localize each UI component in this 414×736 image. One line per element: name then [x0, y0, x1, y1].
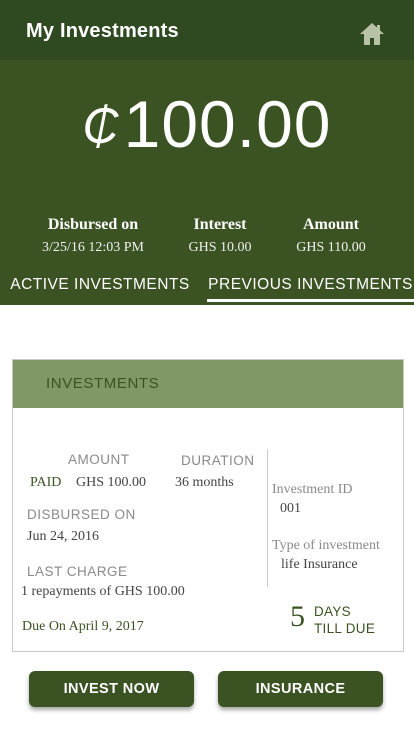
investment-type-value: life Insurance [281, 557, 358, 572]
invest-now-button[interactable]: INVEST NOW [29, 671, 194, 707]
duration-field-label: DURATION [181, 453, 255, 468]
home-icon [360, 23, 384, 45]
due-date: Due On April 9, 2017 [22, 619, 144, 634]
investment-type-label: Type of investment [272, 538, 380, 553]
amount-field-value: GHS 100.00 [76, 475, 147, 490]
disbursed-label: Disbursed on [47, 216, 139, 233]
stat-disbursed: Disbursed on 3/25/16 12:03 PM [18, 216, 168, 256]
duration-field-value: 36 months [175, 475, 234, 490]
app-title: My Investments [26, 20, 179, 42]
disbursed-value: 3/25/16 12:03 PM [42, 240, 144, 255]
days-label: DAYS [314, 604, 351, 619]
disbursed-field-label: DISBURSED ON [27, 507, 136, 522]
days-till-due-count: 5 [290, 600, 305, 633]
investment-card[interactable]: INVESTMENTS AMOUNT DURATION PAID GHS 100… [12, 359, 404, 652]
card-header: INVESTMENTS [13, 360, 403, 408]
amount-field-label: AMOUNT [68, 452, 130, 467]
tab-selected-indicator [207, 299, 414, 302]
card-divider [267, 449, 268, 587]
total-amount: ₵100.00 [0, 86, 414, 162]
amount-label: Amount [302, 216, 359, 233]
stat-amount: Amount GHS 110.00 [280, 216, 382, 256]
card-title: INVESTMENTS [46, 375, 160, 392]
summary-header: My Investments ₵100.00 Disbursed on 3/25… [0, 0, 414, 305]
interest-value: GHS 10.00 [188, 240, 252, 255]
currency-symbol: ₵ [82, 98, 120, 154]
stat-interest: Interest GHS 10.00 [170, 216, 270, 256]
top-bar: My Investments [0, 0, 414, 60]
tab-active-investments[interactable]: ACTIVE INVESTMENTS [0, 276, 200, 305]
amount-total-value: GHS 110.00 [296, 240, 366, 255]
interest-label: Interest [193, 216, 247, 233]
investment-id-label: Investment ID [272, 482, 353, 497]
amount-value: 100.00 [123, 87, 332, 161]
disbursed-field-value: Jun 24, 2016 [27, 529, 99, 544]
days-till-due-label: DAYS TILL DUE [314, 603, 375, 637]
till-due-label: TILL DUE [314, 621, 376, 636]
investment-id-value: 001 [280, 501, 301, 516]
last-charge-label: LAST CHARGE [27, 564, 128, 579]
status-badge: PAID [30, 475, 62, 490]
last-charge-value: 1 repayments of GHS 100.00 [21, 584, 185, 599]
home-button[interactable] [356, 18, 388, 50]
insurance-button[interactable]: INSURANCE [218, 671, 383, 707]
